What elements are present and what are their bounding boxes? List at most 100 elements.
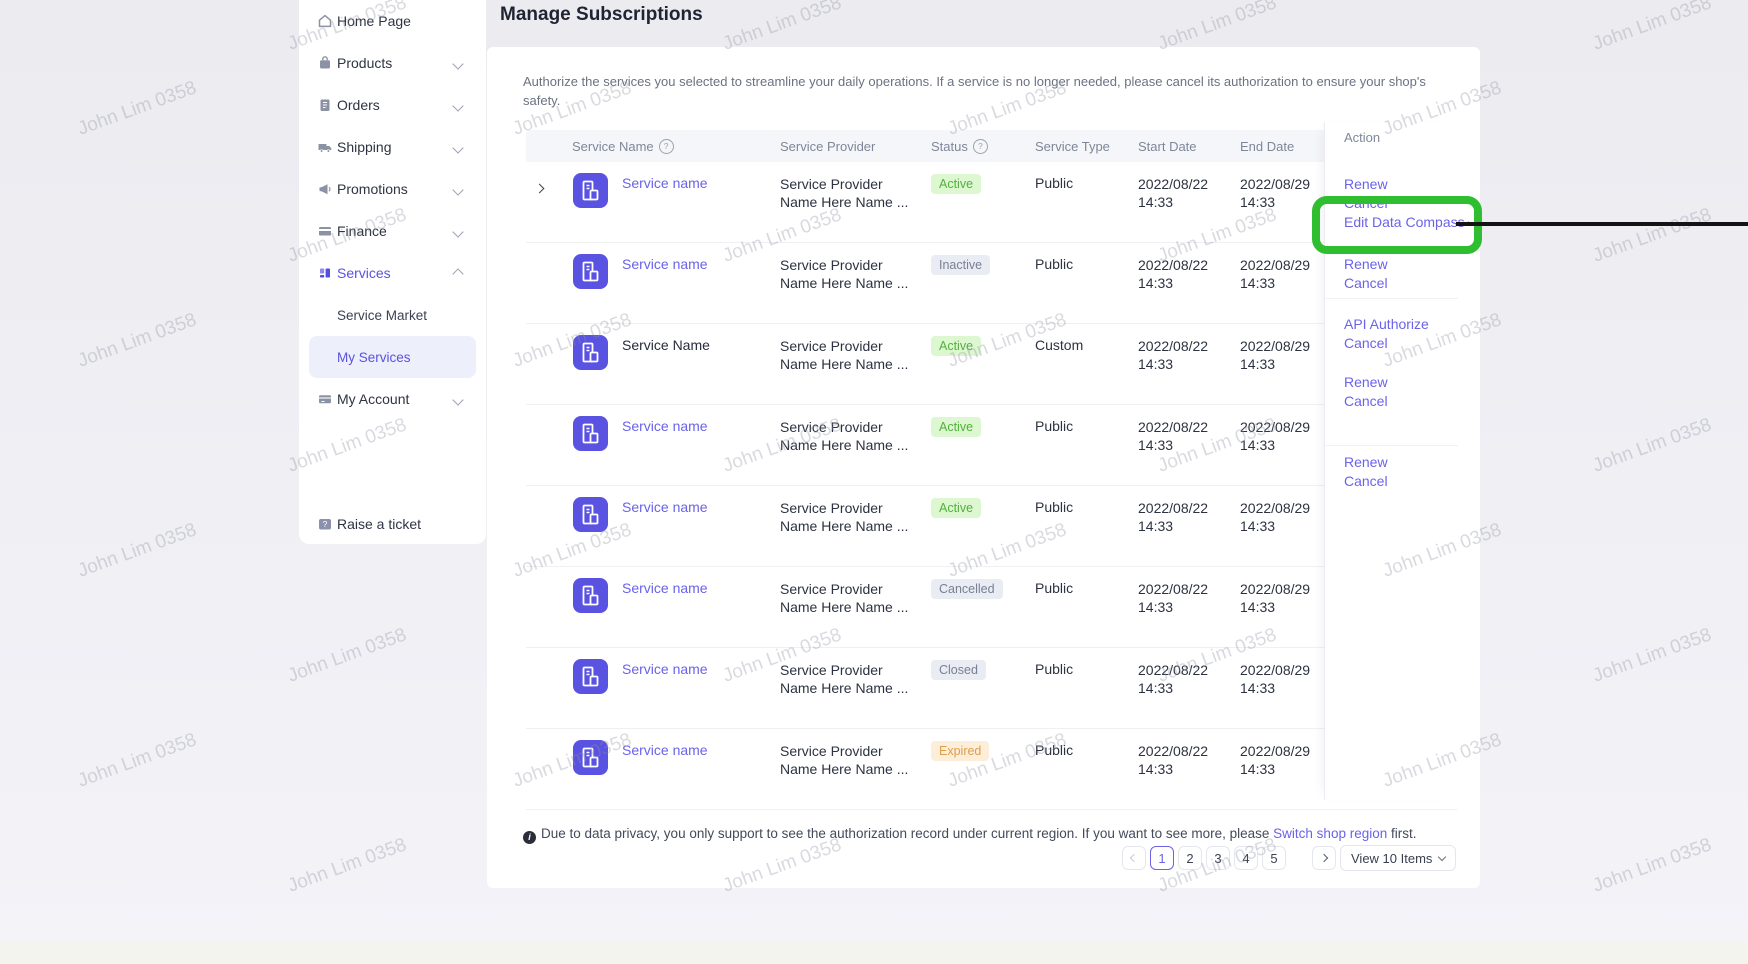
service-icon xyxy=(573,497,608,532)
service-type: Public xyxy=(1035,418,1073,434)
sidebar-item-shipping[interactable]: Shipping xyxy=(299,126,486,168)
service-type: Public xyxy=(1035,742,1073,758)
watermark-text: John Lim 0358 xyxy=(1590,624,1715,687)
service-name-link[interactable]: Service name xyxy=(622,256,708,272)
pagination-prev-button[interactable] xyxy=(1122,846,1146,870)
action-link-api-authorize[interactable]: API Authorize xyxy=(1344,315,1429,334)
service-icon xyxy=(573,254,608,289)
expand-chevron-icon[interactable] xyxy=(536,179,543,197)
service-name-link[interactable]: Service name xyxy=(622,418,708,434)
service-provider: Service ProviderName Here Name ... xyxy=(780,337,908,373)
action-link-cancel[interactable]: Cancel xyxy=(1344,392,1388,411)
status-badge: Closed xyxy=(931,660,986,680)
table-row: Service name Service ProviderName Here N… xyxy=(526,566,1457,647)
sidebar-nav: Home Page Products OrdersShippingPromotion… xyxy=(299,0,486,420)
action-cell: RenewCancelEdit Data Compass xyxy=(1344,175,1475,232)
pagination-page-1[interactable]: 1 xyxy=(1150,846,1174,870)
pagination-page-5[interactable]: 5 xyxy=(1262,846,1286,870)
end-date: 2022/08/2914:33 xyxy=(1240,256,1310,292)
switch-shop-region-link[interactable]: Switch shop region xyxy=(1273,826,1387,841)
service-name-link[interactable]: Service name xyxy=(622,580,708,596)
action-link-renew[interactable]: Renew xyxy=(1344,255,1388,274)
service-name-text: Service Name xyxy=(622,337,710,353)
info-icon: i xyxy=(523,831,536,844)
sidebar-item-home-page[interactable]: Home Page xyxy=(299,0,486,42)
sidebar-item-promotions[interactable]: Promotions xyxy=(299,168,486,210)
sidebar-item-raise-a-ticket[interactable]: ? Raise a ticket xyxy=(299,506,486,542)
action-cell: RenewCancel xyxy=(1344,453,1388,491)
pagination-next-button[interactable] xyxy=(1312,846,1336,870)
service-name-link[interactable]: Service name xyxy=(622,661,708,677)
sidebar-item-label: Products xyxy=(337,55,392,71)
sidebar-item-service-market[interactable]: Service Market xyxy=(299,294,486,336)
watermark-text: John Lim 0358 xyxy=(75,729,200,792)
sidebar-item-my-account[interactable]: My Account xyxy=(299,378,486,420)
start-date: 2022/08/2214:33 xyxy=(1138,256,1208,292)
status-badge: Active xyxy=(931,498,981,518)
products-icon xyxy=(317,55,333,71)
sidebar-item-label: Services xyxy=(337,265,391,281)
table-row: Service name Service ProviderName Here N… xyxy=(526,728,1457,809)
privacy-note-text: first. xyxy=(1387,826,1416,841)
action-link-renew[interactable]: Renew xyxy=(1344,373,1388,392)
status-badge: Active xyxy=(931,417,981,437)
action-link-renew[interactable]: Renew xyxy=(1344,453,1388,472)
service-name-link[interactable]: Service name xyxy=(622,499,708,515)
promotions-icon xyxy=(317,181,333,197)
sidebar-item-orders[interactable]: Orders xyxy=(299,84,486,126)
action-link-cancel[interactable]: Cancel xyxy=(1344,274,1388,293)
chevron-down-icon xyxy=(452,184,463,195)
table-row: Service name Service ProviderName Here N… xyxy=(526,242,1457,323)
action-link-renew[interactable]: Renew xyxy=(1344,175,1475,194)
column-header-service-type: Service Type xyxy=(1035,130,1110,162)
service-type: Public xyxy=(1035,175,1073,191)
column-header-service-provider: Service Provider xyxy=(780,130,875,162)
column-header-action: Action xyxy=(1344,130,1380,145)
sidebar-item-finance[interactable]: Finance xyxy=(299,210,486,252)
action-link-cancel[interactable]: Cancel xyxy=(1344,472,1388,491)
status-badge: Active xyxy=(931,174,981,194)
column-header-service-name: Service Name? xyxy=(572,130,674,162)
service-provider: Service ProviderName Here Name ... xyxy=(780,418,908,454)
page-title: Manage Subscriptions xyxy=(500,4,703,26)
end-date: 2022/08/2914:33 xyxy=(1240,742,1310,778)
sidebar-item-my-services[interactable]: My Services xyxy=(309,336,476,378)
action-link-cancel[interactable]: Cancel xyxy=(1344,194,1475,213)
sidebar-item-label: Finance xyxy=(337,223,387,239)
watermark-text: John Lim 0358 xyxy=(285,624,410,687)
info-icon[interactable]: ? xyxy=(973,139,988,154)
service-icon xyxy=(573,173,608,208)
column-header-status: Status? xyxy=(931,130,988,162)
service-type: Public xyxy=(1035,661,1073,677)
finance-icon xyxy=(317,223,333,239)
sidebar-item-services[interactable]: Services xyxy=(299,252,486,294)
action-link-cancel[interactable]: Cancel xyxy=(1344,334,1429,353)
view-items-dropdown[interactable]: View 10 Items xyxy=(1340,845,1456,871)
status-badge: Cancelled xyxy=(931,579,1003,599)
sidebar-item-label: My Services xyxy=(337,350,411,365)
table-row: Service name Service ProviderName Here N… xyxy=(526,485,1457,566)
sidebar: Home Page Products OrdersShippingPromotion… xyxy=(299,0,486,544)
sidebar-item-products[interactable]: Products xyxy=(299,42,486,84)
watermark-text: John Lim 0358 xyxy=(75,77,200,140)
service-name-link[interactable]: Service name xyxy=(622,742,708,758)
start-date: 2022/08/2214:33 xyxy=(1138,742,1208,778)
end-date: 2022/08/2914:33 xyxy=(1240,175,1310,211)
service-provider: Service ProviderName Here Name ... xyxy=(780,499,908,535)
end-date: 2022/08/2914:33 xyxy=(1240,661,1310,697)
pagination-page-3[interactable]: 3 xyxy=(1206,846,1230,870)
service-icon xyxy=(573,335,608,370)
table-row: Service name Service ProviderName Here N… xyxy=(526,647,1457,728)
pagination-page-2[interactable]: 2 xyxy=(1178,846,1202,870)
service-provider: Service ProviderName Here Name ... xyxy=(780,580,908,616)
pagination-page-4[interactable]: 4 xyxy=(1234,846,1258,870)
account-icon xyxy=(317,391,333,407)
service-name-link[interactable]: Service name xyxy=(622,175,708,191)
end-date: 2022/08/2914:33 xyxy=(1240,499,1310,535)
chevron-down-icon xyxy=(452,100,463,111)
action-link-edit-data-compass[interactable]: Edit Data Compass xyxy=(1344,213,1475,232)
info-icon[interactable]: ? xyxy=(659,139,674,154)
chevron-down-icon xyxy=(1438,853,1446,861)
status-badge: Expired xyxy=(931,741,989,761)
watermark-text: John Lim 0358 xyxy=(1590,0,1715,56)
